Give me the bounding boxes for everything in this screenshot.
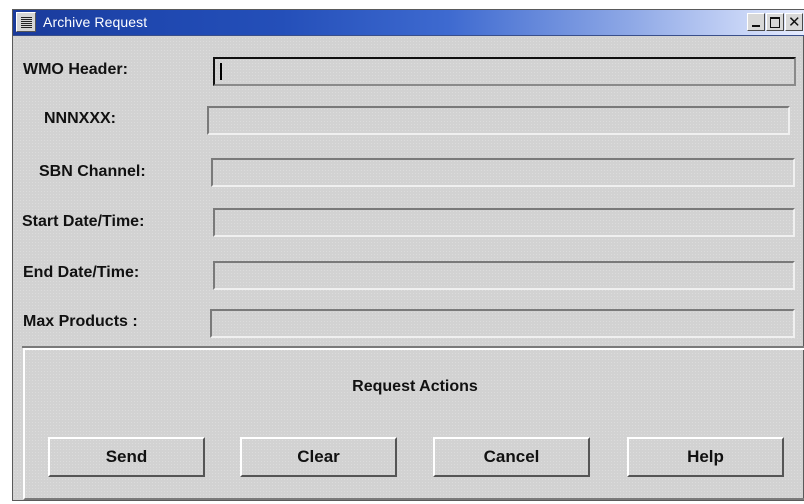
help-button[interactable]: Help — [627, 437, 784, 477]
maximize-button[interactable] — [766, 13, 784, 31]
end-datetime-row: End Date/Time: — [13, 258, 804, 294]
title-bar[interactable]: Archive Request ✕ — [13, 10, 804, 36]
maximize-icon — [770, 17, 780, 28]
request-actions-title: Request Actions — [352, 378, 478, 395]
max-products-label: Max Products : — [23, 313, 138, 330]
sbn-channel-label: SBN Channel: — [39, 163, 146, 180]
max-products-input[interactable] — [210, 309, 795, 338]
send-button[interactable]: Send — [48, 437, 205, 477]
close-icon: ✕ — [788, 13, 801, 31]
window-menu-icon[interactable] — [16, 12, 36, 32]
request-actions-panel: Request Actions Send Clear Cancel Help — [23, 348, 804, 500]
minimize-button[interactable] — [747, 13, 765, 31]
sbn-channel-row: SBN Channel: — [13, 155, 804, 191]
window-title: Archive Request — [43, 14, 148, 30]
nnnxxx-input[interactable] — [207, 106, 790, 135]
close-button[interactable]: ✕ — [785, 13, 803, 31]
nnnxxx-row: NNNXXX: — [13, 104, 804, 140]
end-datetime-input[interactable] — [213, 261, 795, 290]
text-caret — [220, 63, 222, 80]
archive-request-window: Archive Request ✕ WMO Header: NNNXXX: SB… — [12, 9, 804, 501]
sbn-channel-input[interactable] — [211, 158, 795, 187]
wmo-header-input[interactable] — [213, 57, 796, 86]
start-datetime-input[interactable] — [213, 208, 795, 237]
wmo-header-label: WMO Header: — [23, 61, 128, 78]
minimize-icon — [752, 25, 760, 27]
end-datetime-label: End Date/Time: — [23, 264, 140, 281]
clear-button[interactable]: Clear — [240, 437, 397, 477]
nnnxxx-label: NNNXXX: — [44, 110, 117, 127]
start-datetime-row: Start Date/Time: — [13, 206, 804, 242]
wmo-header-row: WMO Header: — [13, 54, 804, 90]
cancel-button[interactable]: Cancel — [433, 437, 590, 477]
start-datetime-label: Start Date/Time: — [22, 213, 145, 230]
max-products-row: Max Products : — [13, 307, 804, 343]
menu-lines-icon — [21, 17, 32, 28]
